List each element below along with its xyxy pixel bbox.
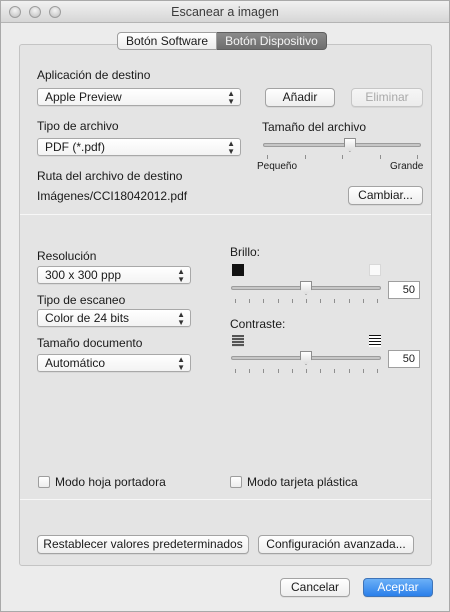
slider-tick [377, 299, 378, 303]
scan-type-select[interactable]: Color de 24 bits ▲ ▼ [37, 309, 191, 327]
file-size-label: Tamaño del archivo [262, 120, 367, 134]
slider-tick [320, 369, 322, 373]
slider-tick [306, 369, 307, 373]
stepper-arrows-icon: ▲ ▼ [177, 355, 185, 372]
slider-tick [320, 299, 322, 303]
slider-tick [348, 369, 350, 373]
file-size-max-label: Grande [390, 161, 424, 172]
slider-tick [362, 369, 364, 373]
slider-tick [379, 155, 381, 159]
slider-tick [277, 369, 279, 373]
plastic-card-checkbox[interactable] [230, 476, 242, 488]
stepper-arrows-icon: ▲ ▼ [177, 310, 185, 327]
brightness-label: Brillo: [230, 245, 261, 259]
slider-tick [342, 155, 343, 159]
resolution-value: 300 x 300 ppp [45, 268, 122, 282]
tab-device-button[interactable]: Botón Dispositivo [217, 32, 327, 50]
title-bar: Escanear a imagen [1, 1, 449, 23]
slider-tick [417, 155, 418, 159]
slider-tick [377, 369, 378, 373]
scan-to-image-window: Escanear a imagen Botón Software Botón D… [0, 0, 450, 612]
slider-tick [263, 369, 265, 373]
low-contrast-icon [232, 335, 244, 347]
slider-tick [306, 299, 307, 303]
resolution-label: Resolución [37, 249, 97, 263]
destination-app-value: Apple Preview [45, 90, 122, 104]
slider-tick [235, 369, 236, 373]
document-size-value: Automático [45, 356, 106, 370]
tab-software-button[interactable]: Botón Software [117, 32, 218, 50]
slider-tick [348, 299, 350, 303]
slider-tick [277, 299, 279, 303]
dark-swatch-icon [232, 264, 244, 276]
destination-app-select[interactable]: Apple Preview ▲ ▼ [37, 88, 241, 106]
slider-tick [263, 299, 265, 303]
destination-path-value: Imágenes/CCI18042012.pdf [37, 189, 188, 203]
resolution-select[interactable]: 300 x 300 ppp ▲ ▼ [37, 266, 191, 284]
destination-path-label: Ruta del archivo de destino [37, 169, 183, 183]
carrier-sheet-label: Modo hoja portadora [55, 475, 166, 489]
document-size-select[interactable]: Automático ▲ ▼ [37, 354, 191, 372]
add-button[interactable]: Añadir [265, 88, 335, 107]
brightness-value-field[interactable]: 50 [388, 281, 420, 299]
file-size-slider-track[interactable] [263, 143, 421, 147]
accept-button[interactable]: Aceptar [363, 578, 433, 597]
slider-tick [334, 299, 336, 303]
carrier-sheet-checkbox[interactable] [38, 476, 50, 488]
options-divider [20, 499, 431, 500]
stepper-arrows-icon: ▲ ▼ [227, 89, 235, 106]
file-size-min-label: Pequeño [257, 161, 298, 172]
advanced-settings-button[interactable]: Configuración avanzada... [258, 535, 414, 554]
stepper-arrows-icon: ▲ ▼ [177, 267, 185, 284]
restore-defaults-button[interactable]: Restablecer valores predeterminados [37, 535, 249, 554]
tab-bar: Botón Software Botón Dispositivo [117, 32, 327, 50]
scan-type-label: Tipo de escaneo [37, 293, 126, 307]
window-title: Escanear a imagen [171, 5, 279, 19]
high-contrast-icon [369, 335, 381, 347]
slider-tick [249, 369, 251, 373]
document-size-label: Tamaño documento [37, 336, 143, 350]
destination-app-label: Aplicación de destino [37, 68, 151, 82]
file-type-value: PDF (*.pdf) [45, 140, 106, 154]
file-type-label: Tipo de archivo [37, 119, 119, 133]
light-swatch-icon [369, 264, 381, 276]
slider-tick [304, 155, 306, 159]
slider-tick [334, 369, 336, 373]
slider-tick [249, 299, 251, 303]
stepper-arrows-icon: ▲ ▼ [227, 139, 235, 156]
slider-tick [291, 299, 293, 303]
delete-button[interactable]: Eliminar [351, 88, 423, 107]
cancel-button[interactable]: Cancelar [280, 578, 350, 597]
contrast-label: Contraste: [230, 317, 286, 331]
slider-tick [267, 155, 268, 159]
scan-type-value: Color de 24 bits [45, 311, 130, 325]
slider-tick [362, 299, 364, 303]
change-path-button[interactable]: Cambiar... [348, 186, 423, 205]
plastic-card-label: Modo tarjeta plástica [247, 475, 358, 489]
slider-tick [291, 369, 293, 373]
slider-tick [235, 299, 236, 303]
file-type-select[interactable]: PDF (*.pdf) ▲ ▼ [37, 138, 241, 156]
contrast-value-field[interactable]: 50 [388, 350, 420, 368]
section-divider [20, 214, 431, 215]
